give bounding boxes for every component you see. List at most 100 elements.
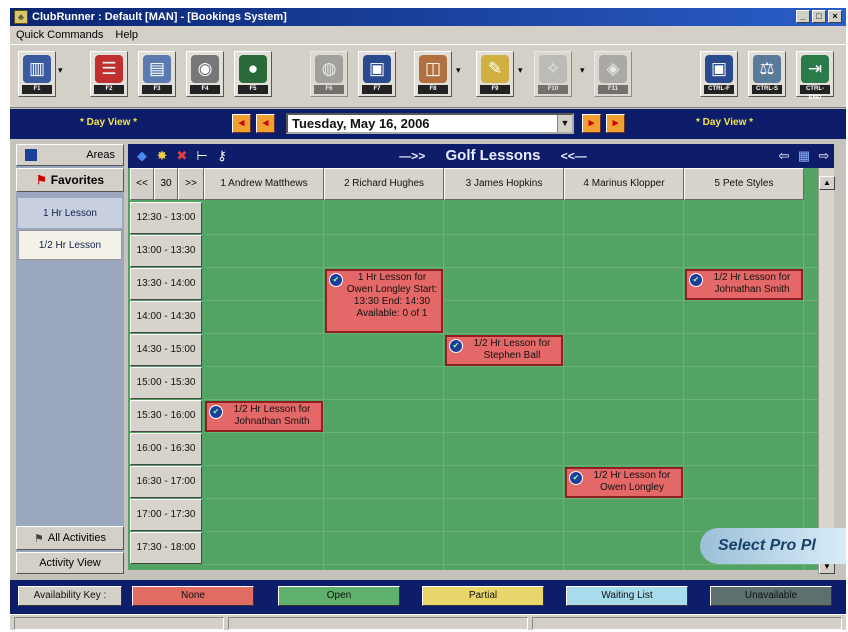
date-value: Tuesday, May 16, 2006 <box>292 116 430 131</box>
booking-block[interactable]: ✔ 1/2 Hr Lesson for Johnathan Smith <box>205 401 323 432</box>
toolbar-button-f4[interactable]: ◉ F4 <box>186 51 224 97</box>
column-header-pro[interactable]: 4 Marinus Klopper <box>564 168 684 200</box>
scale-icon: ⚖ <box>753 55 781 83</box>
time-slot-label: 16:30 - 17:00 <box>130 466 202 498</box>
time-slot-label: 12:30 - 13:00 <box>130 202 202 234</box>
column-header-pro[interactable]: 1 Andrew Matthews <box>204 168 324 200</box>
scroll-up-button[interactable]: ▲ <box>819 176 835 190</box>
column-header-pro[interactable]: 2 Richard Hughes <box>324 168 444 200</box>
contacts-icon: ☰ <box>95 55 123 83</box>
toolbar-button-ctrl-s[interactable]: ⚖ CTRL-S <box>748 51 786 97</box>
grid-row-divider <box>204 399 818 400</box>
activity-header: ◆ ✸ ✖ ⊢ ⚷ —>> Golf Lessons <<— ⇦ ▦ ⇨ <box>128 144 834 168</box>
booking-text: 1/2 Hr Lesson for Johnathan Smith <box>713 272 791 295</box>
grid-column-divider <box>803 200 804 570</box>
date-select[interactable]: Tuesday, May 16, 2006 ▼ <box>286 113 574 134</box>
eye-icon: ◉ <box>191 55 219 83</box>
grid-row-divider <box>204 498 818 499</box>
booking-status-icon: ✔ <box>569 471 583 485</box>
key-icon[interactable]: ⚷ <box>214 148 230 164</box>
toolbar-button-f11[interactable]: ◈ F11 <box>594 51 632 97</box>
day-view-label-right[interactable]: * Day View * <box>696 117 753 128</box>
time-slot-label: 17:30 - 18:00 <box>130 532 202 564</box>
dropdown-arrow-icon[interactable]: ▾ <box>580 65 586 79</box>
booking-text: 1/2 Hr Lesson for Owen Longley <box>593 470 671 493</box>
arrow-left-icon[interactable]: ⇦ <box>776 148 792 164</box>
minimize-button[interactable]: _ <box>796 10 810 23</box>
next-week-button[interactable]: ▸ <box>582 114 601 133</box>
booking-block[interactable]: ✔ 1/2 Hr Lesson for Johnathan Smith <box>685 269 803 300</box>
time-slot-label: 13:30 - 14:00 <box>130 268 202 300</box>
activity-view-button[interactable]: Activity View <box>16 552 124 574</box>
maximize-button[interactable]: □ <box>812 10 826 23</box>
grid-row-divider <box>204 300 818 301</box>
dropdown-arrow-icon[interactable]: ▾ <box>518 65 524 79</box>
delete-booking-icon[interactable]: ✖ <box>174 148 190 164</box>
availability-key-none: None <box>132 586 254 606</box>
booking-grid: << 30 >> 1 Andrew Matthews 2 Richard Hugh… <box>128 168 818 570</box>
grid-column-divider <box>683 200 684 570</box>
toolbar-button-ctrl-end[interactable]: ⇥ CTRL-END <box>796 51 834 101</box>
toolbar-button-f7[interactable]: ▣ F7 <box>358 51 396 97</box>
grid-icon[interactable]: ▦ <box>796 148 812 164</box>
toolbar-button-f10[interactable]: ✧ F10 <box>534 51 572 97</box>
menu-bar: Quick Commands Help <box>10 26 846 44</box>
app-window: ♣ ClubRunner : Default [MAN] - [Bookings… <box>10 8 846 630</box>
booking-text: 1 Hr Lesson for Owen Longley Start: 13:3… <box>346 272 438 319</box>
all-activities-label: All Activities <box>47 532 106 544</box>
interval-select[interactable]: 30 <box>154 168 178 200</box>
golf-flag-icon: ⚑ <box>35 173 47 187</box>
availability-key-partial: Partial <box>422 586 544 606</box>
grid-row-divider <box>204 267 818 268</box>
menu-quick-commands[interactable]: Quick Commands <box>16 29 103 41</box>
toolbar-button-f2[interactable]: ☰ F2 <box>90 51 128 97</box>
toolbar-button-f6[interactable]: ◍ F6 <box>310 51 348 97</box>
vertical-scrollbar[interactable]: ▲ ▼ <box>818 168 835 574</box>
booking-status-icon: ✔ <box>329 273 343 287</box>
dropdown-arrow-icon[interactable]: ▾ <box>58 65 64 79</box>
booking-status-icon: ✔ <box>209 405 223 419</box>
hierarchy-icon[interactable]: ⊢ <box>194 148 210 164</box>
close-button[interactable]: × <box>828 10 842 23</box>
wand-icon: ✧ <box>539 55 567 83</box>
booking-block[interactable]: ✔ 1/2 Hr Lesson for Stephen Ball <box>445 335 563 366</box>
grid-row-divider <box>204 234 818 235</box>
title-bar: ♣ ClubRunner : Default [MAN] - [Bookings… <box>10 8 846 26</box>
toolbar-button-f9[interactable]: ✎ F9 <box>476 51 514 97</box>
favorite-item-1hr-lesson[interactable]: 1 Hr Lesson <box>18 198 122 228</box>
diamond-icon[interactable]: ◆ <box>134 148 150 164</box>
prev-day-button[interactable]: ◂ <box>232 114 251 133</box>
function-key-label: F10 <box>538 85 568 94</box>
calendar-icon: ▤ <box>143 55 171 83</box>
prev-page-button[interactable]: << <box>130 168 154 200</box>
column-header-pro[interactable]: 5 Pete Styles <box>684 168 804 200</box>
chevron-down-icon[interactable]: ▼ <box>557 115 572 132</box>
favorites-button[interactable]: ⚑ Favorites <box>16 168 124 192</box>
golf-flag-icon: ⚑ <box>34 532 44 545</box>
function-key-label: F5 <box>238 85 268 94</box>
all-activities-button[interactable]: ⚑ All Activities <box>16 526 124 550</box>
function-key-label: F7 <box>362 85 392 94</box>
toolbar-button-ctrl-f[interactable]: ▣ CTRL-F <box>700 51 738 97</box>
dropdown-arrow-icon[interactable]: ▾ <box>456 65 462 79</box>
menu-help[interactable]: Help <box>115 29 138 41</box>
select-pro-tooltip: Select Pro Pl <box>700 528 846 564</box>
booking-block[interactable]: ✔ 1/2 Hr Lesson for Owen Longley <box>565 467 683 498</box>
favorite-item-half-hr-lesson[interactable]: 1/2 Hr Lesson <box>18 230 122 260</box>
booking-block[interactable]: ✔ 1 Hr Lesson for Owen Longley Start: 13:… <box>325 269 443 333</box>
globe-icon: ● <box>239 55 267 83</box>
left-panel: Areas ⚑ Favorites 1 Hr Lesson 1/2 Hr Les… <box>16 144 124 574</box>
arrow-right-icon[interactable]: ⇨ <box>816 148 832 164</box>
next-page-button[interactable]: >> <box>178 168 204 200</box>
toolbar-button-f8[interactable]: ◫ F8 <box>414 51 452 97</box>
toolbar-button-f3[interactable]: ▤ F3 <box>138 51 176 97</box>
function-key-label: CTRL-F <box>704 85 734 94</box>
prev-week-button[interactable]: ◂ <box>256 114 275 133</box>
next-day-button[interactable]: ▸ <box>606 114 625 133</box>
toolbar-button-f1[interactable]: ▥ F1 <box>18 51 56 97</box>
column-header-pro[interactable]: 3 James Hopkins <box>444 168 564 200</box>
star-icon[interactable]: ✸ <box>154 148 170 164</box>
toolbar-button-f5[interactable]: ● F5 <box>234 51 272 97</box>
day-view-label-left[interactable]: * Day View * <box>80 117 137 128</box>
areas-button[interactable]: Areas <box>16 144 124 166</box>
